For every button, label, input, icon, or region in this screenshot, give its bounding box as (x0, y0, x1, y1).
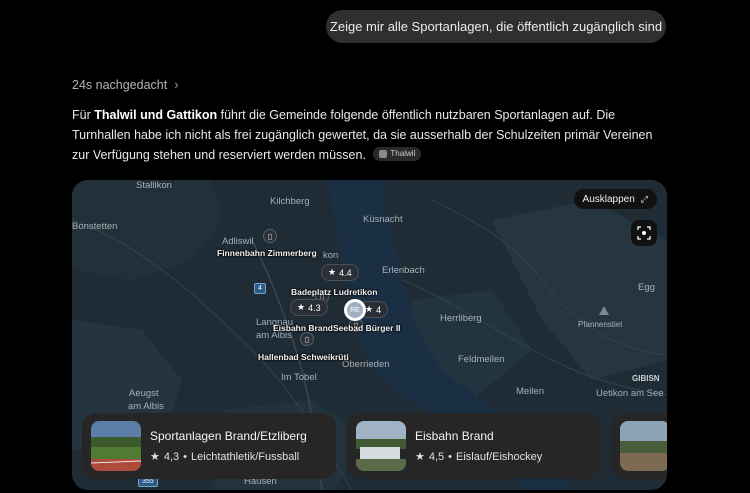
place-label: Oberrieden (342, 359, 390, 370)
place-card[interactable] (611, 413, 667, 479)
star-icon: ★ (328, 267, 337, 277)
place-label: Erlenbach (382, 265, 425, 276)
source-icon (379, 150, 388, 158)
expand-label: Ausklappen (582, 193, 635, 205)
source-chip[interactable]: Thalwil (373, 147, 422, 161)
rating-pin[interactable]: ★ 4.4 (321, 264, 359, 281)
recenter-button[interactable] (631, 220, 657, 246)
place-label: Aeugst (129, 388, 159, 399)
card-category: Leichtathletik/Fussball (191, 450, 300, 463)
building-icon[interactable]: ▯ (263, 229, 277, 243)
star-icon: ★ (150, 451, 160, 463)
road-shield: 4 (254, 283, 266, 294)
rating-pin[interactable]: ★ 4.3 (290, 299, 328, 316)
rating-pin-value: 4 (376, 304, 382, 315)
place-thumbnail (91, 421, 141, 471)
place-label: kon (323, 250, 339, 261)
place-card[interactable]: Eisbahn Brand ★ 4,5 • Eislauf/Eishockey (347, 413, 600, 479)
star-icon: ★ (365, 304, 374, 314)
place-label: Bonstetten (72, 221, 118, 232)
user-message-bubble: Zeige mir alle Sportanlagen, die öffentl… (326, 10, 666, 43)
assistant-answer: Für Thalwil und Gattikon führt die Gemei… (72, 105, 672, 165)
expand-icon: ⤢ (640, 193, 648, 204)
place-thumbnail (620, 421, 667, 471)
place-label: Kilchberg (270, 196, 310, 207)
crosshair-icon (637, 226, 651, 240)
place-label: Stallikon (136, 180, 172, 191)
card-rating: 4,3 (163, 450, 180, 463)
user-location-marker[interactable]: RE (344, 299, 366, 321)
user-message-text: Zeige mir alle Sportanlagen, die öffentl… (329, 19, 663, 34)
poi-label[interactable]: Hallenbad Schweikrüti (258, 352, 349, 362)
answer-bold: Thalwil und Gattikon (94, 108, 218, 122)
answer-prefix: Für (72, 108, 95, 122)
star-icon: ★ (415, 451, 425, 463)
card-rating: 4,5 (428, 450, 445, 463)
place-label: am Albis (128, 401, 164, 412)
place-label: Uetikon am See (596, 388, 664, 399)
place-label: Meilen (516, 386, 544, 397)
mountain-icon (599, 306, 609, 315)
card-title: Eisbahn Brand (415, 429, 494, 443)
poi-label[interactable]: Badeplatz Ludretikon (291, 287, 377, 297)
place-label: Egg (638, 282, 655, 293)
expand-map-button[interactable]: Ausklappen ⤢ (573, 189, 657, 209)
rating-pin-value: 4.4 (339, 267, 352, 278)
user-initials: RE (350, 306, 360, 314)
thought-toggle[interactable]: 24s nachgedacht › (72, 77, 179, 92)
poi-label[interactable]: Seebad Bürger II (333, 323, 401, 333)
building-icon[interactable]: ▯ (300, 332, 314, 346)
star-icon: ★ (297, 302, 306, 312)
separator-dot: • (183, 450, 188, 463)
chevron-right-icon: › (174, 77, 179, 92)
place-label: Küsnacht (363, 214, 403, 225)
poi-label[interactable]: Eisbahn Brand (273, 323, 333, 333)
source-chip-label: Thalwil (390, 149, 416, 158)
map-view[interactable]: Stallikon Bonstetten Kilchberg Küsnacht … (72, 180, 667, 490)
card-title: Sportanlagen Brand/Etzliberg (150, 429, 307, 443)
place-label: Feldmeilen (458, 354, 505, 365)
place-thumbnail (356, 421, 406, 471)
place-label: Adliswil (222, 236, 254, 247)
thought-label: 24s nachgedacht (72, 77, 168, 92)
place-card[interactable]: Sportanlagen Brand/Etzliberg ★ 4,3 • Lei… (82, 413, 336, 479)
place-label: Im Tobel (281, 372, 317, 383)
place-label: Herrliberg (440, 313, 482, 324)
rating-pin-value: 4.3 (308, 302, 321, 313)
place-label: GIBISN (632, 374, 660, 383)
card-category: Eislauf/Eishockey (456, 450, 543, 463)
poi-label[interactable]: Finnenbahn Zimmerberg (217, 248, 317, 258)
separator-dot: • (448, 450, 453, 463)
place-label: Pfannenstiel (578, 320, 623, 329)
